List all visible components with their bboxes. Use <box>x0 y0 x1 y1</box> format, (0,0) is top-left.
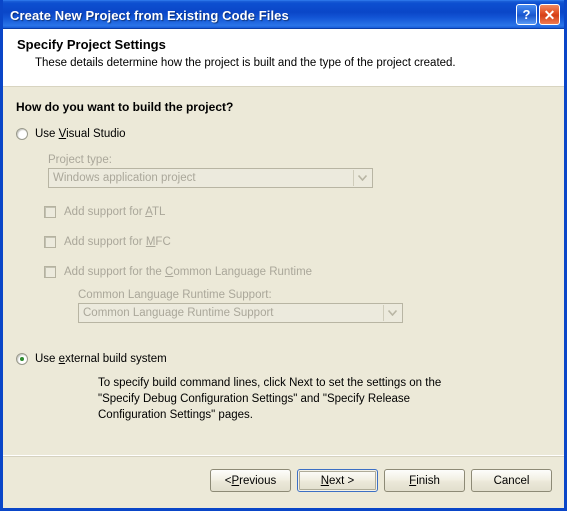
build-question-label: How do you want to build the project? <box>16 100 234 114</box>
button-bar: < Previous Next > Finish Cancel <box>210 469 552 492</box>
radio-use-external-build-system[interactable] <box>16 353 28 365</box>
checkbox-add-support-mfc <box>44 236 56 248</box>
chevron-down-icon <box>353 170 371 186</box>
project-type-value: Windows application project <box>53 172 196 184</box>
previous-button[interactable]: < Previous <box>210 469 291 492</box>
project-type-label: Project type: <box>48 154 112 166</box>
next-button[interactable]: Next > <box>297 469 378 492</box>
option-use-external-build-system[interactable]: Use external build system <box>16 352 564 366</box>
external-build-description: To specify build command lines, click Ne… <box>98 377 442 421</box>
checkbox-add-support-clr <box>44 266 56 278</box>
checkbox-add-support-atl <box>44 206 56 218</box>
help-button[interactable]: ? <box>516 4 537 25</box>
project-type-group: Project type: Windows application projec… <box>48 154 564 188</box>
finish-button[interactable]: Finish <box>384 469 465 492</box>
title-bar: Create New Project from Existing Code Fi… <box>3 0 564 29</box>
option-use-visual-studio[interactable]: Use Visual Studio <box>16 127 564 141</box>
footer-divider <box>3 456 564 457</box>
radio-use-visual-studio[interactable] <box>16 128 28 140</box>
dialog-footer: < Previous Next > Finish Cancel <box>3 455 564 506</box>
radio-use-external-build-system-label[interactable]: Use external build system <box>35 352 167 366</box>
radio-use-visual-studio-label[interactable]: Use Visual Studio <box>35 127 126 141</box>
cancel-button[interactable]: Cancel <box>471 469 552 492</box>
chevron-down-icon <box>383 305 401 321</box>
checkbox-add-support-clr-label: Add support for the Common Language Runt… <box>64 266 313 278</box>
create-new-project-dialog: Create New Project from Existing Code Fi… <box>0 0 567 511</box>
checkbox-add-support-atl-label: Add support for ATL <box>64 206 166 218</box>
clr-support-group: Common Language Runtime Support: Common … <box>78 289 564 323</box>
page-subtitle: These details determine how the project … <box>35 57 456 69</box>
clr-support-combo: Common Language Runtime Support <box>78 303 403 323</box>
page-title: Specify Project Settings <box>17 37 166 52</box>
checkbox-add-support-mfc-label: Add support for MFC <box>64 236 171 248</box>
option-add-support-atl: Add support for ATL <box>44 205 564 219</box>
clr-support-label: Common Language Runtime Support: <box>78 289 272 301</box>
clr-support-value: Common Language Runtime Support <box>83 307 274 319</box>
close-icon[interactable]: ✕ <box>539 4 560 25</box>
option-add-support-mfc: Add support for MFC <box>44 235 564 249</box>
window-title: Create New Project from Existing Code Fi… <box>10 7 289 23</box>
window-controls: ? ✕ <box>516 4 560 25</box>
option-add-support-clr: Add support for the Common Language Runt… <box>44 265 564 279</box>
project-type-combo: Windows application project <box>48 168 373 188</box>
dialog-body: How do you want to build the project? Us… <box>3 87 564 455</box>
wizard-header: Specify Project Settings These details d… <box>3 29 564 87</box>
